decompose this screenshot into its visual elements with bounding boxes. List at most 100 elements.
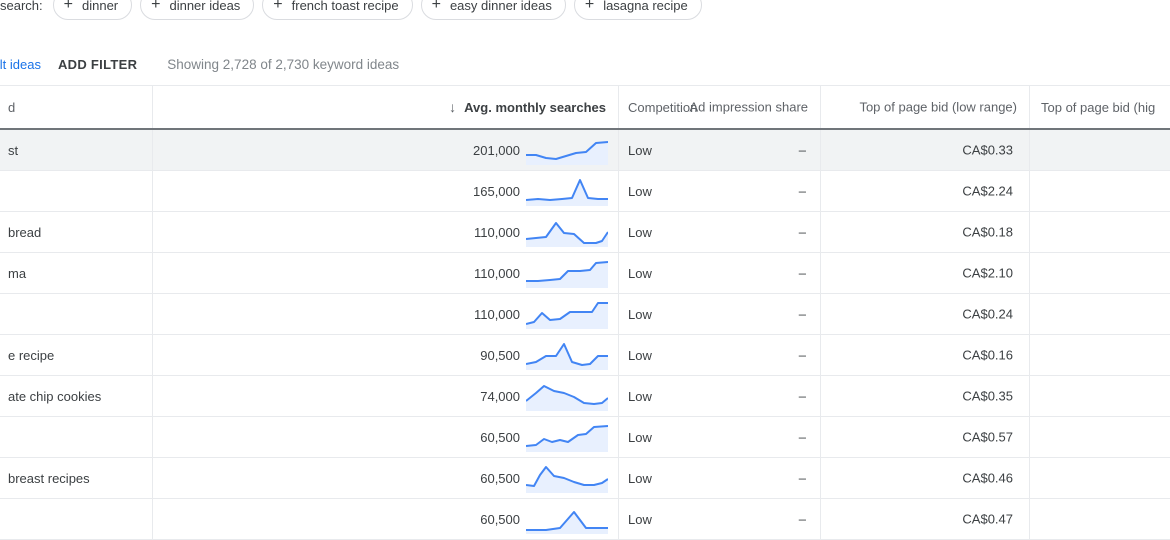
- avg-monthly-searches-value: 110,000: [473, 265, 520, 281]
- column-header-top-of-page-bid-high[interactable]: Top of page bid (hig: [1029, 86, 1170, 128]
- cell-avg-monthly-searches: 90,500: [152, 335, 618, 375]
- exclude-adult-ideas-link[interactable]: de adult ideas: [0, 57, 41, 72]
- avg-monthly-searches-value: 201,000: [473, 142, 520, 158]
- cell-ad-impression-share: –: [618, 294, 820, 334]
- cell-top-of-page-bid-high: [1029, 294, 1170, 334]
- table-row[interactable]: 110,000 Low – CA$0.24: [0, 294, 1170, 335]
- bid-low-value: CA$0.46: [962, 470, 1013, 486]
- cell-top-of-page-bid-high: [1029, 499, 1170, 539]
- cell-top-of-page-bid-low: CA$0.47: [820, 499, 1029, 539]
- table-row[interactable]: 60,500 Low – CA$0.47: [0, 499, 1170, 540]
- cell-keyword[interactable]: [0, 417, 152, 457]
- cell-avg-monthly-searches: 60,500: [152, 499, 618, 539]
- plus-icon: +: [273, 0, 283, 13]
- table-row[interactable]: st 201,000 Low – CA$0.33: [0, 130, 1170, 171]
- bid-low-value: CA$0.18: [962, 224, 1013, 240]
- column-header-avg-monthly-searches[interactable]: ↓ Avg. monthly searches: [152, 86, 618, 128]
- keyword-ideas-table: d ↓ Avg. monthly searches Competition Ad…: [0, 85, 1170, 540]
- cell-top-of-page-bid-low: CA$0.33: [820, 130, 1029, 170]
- cell-top-of-page-bid-low: CA$0.16: [820, 335, 1029, 375]
- column-header-keyword-label: d: [8, 99, 16, 115]
- cell-top-of-page-bid-high: [1029, 417, 1170, 457]
- column-header-top-of-page-bid-low[interactable]: Top of page bid (low range): [859, 100, 1017, 115]
- cell-ad-impression-share: –: [618, 212, 820, 252]
- column-header-bid-low-cell: Top of page bid (low range): [820, 86, 1029, 128]
- cell-keyword[interactable]: ate chip cookies: [0, 376, 152, 416]
- cell-keyword[interactable]: [0, 171, 152, 211]
- avg-monthly-searches-value: 165,000: [473, 183, 520, 199]
- column-header-group-right: Ad impression share: [618, 86, 820, 128]
- cell-avg-monthly-searches: 110,000: [152, 294, 618, 334]
- search-volume-sparkline: [526, 422, 608, 452]
- cell-avg-monthly-searches: 74,000: [152, 376, 618, 416]
- bid-low-value: CA$0.47: [962, 511, 1013, 527]
- cell-keyword[interactable]: [0, 499, 152, 539]
- cell-avg-monthly-searches: 60,500: [152, 458, 618, 498]
- cell-keyword[interactable]: bread: [0, 212, 152, 252]
- bid-low-value: CA$2.10: [962, 265, 1013, 281]
- ad-impression-share-value: –: [798, 429, 806, 445]
- cell-top-of-page-bid-high: [1029, 212, 1170, 252]
- table-row[interactable]: 60,500 Low – CA$0.57: [0, 417, 1170, 458]
- cell-keyword[interactable]: breast recipes: [0, 458, 152, 498]
- search-volume-sparkline: [526, 340, 608, 370]
- ad-impression-share-value: –: [798, 347, 806, 363]
- ad-impression-share-value: –: [798, 388, 806, 404]
- cell-top-of-page-bid-high: [1029, 458, 1170, 498]
- search-volume-sparkline: [526, 299, 608, 329]
- keyword-chip[interactable]: + dinner: [52, 0, 133, 20]
- filter-bar: de adult ideas ADD FILTER Showing 2,728 …: [0, 44, 1170, 84]
- table-row[interactable]: breast recipes 60,500 Low – CA$0.46: [0, 458, 1170, 499]
- keyword-chip-label: lasagna recipe: [603, 0, 688, 13]
- cell-top-of-page-bid-low: CA$0.35: [820, 376, 1029, 416]
- search-volume-sparkline: [526, 504, 608, 534]
- search-volume-sparkline: [526, 258, 608, 288]
- add-filter-button[interactable]: ADD FILTER: [58, 57, 137, 72]
- cell-top-of-page-bid-low: CA$2.24: [820, 171, 1029, 211]
- cell-ad-impression-share: –: [618, 171, 820, 211]
- avg-monthly-searches-value: 110,000: [473, 306, 520, 322]
- cell-top-of-page-bid-low: CA$0.24: [820, 294, 1029, 334]
- cell-keyword[interactable]: e recipe: [0, 335, 152, 375]
- keyword-chip-label: french toast recipe: [291, 0, 399, 13]
- keyword-chip[interactable]: + french toast recipe: [262, 0, 413, 20]
- cell-keyword[interactable]: ma: [0, 253, 152, 293]
- cell-top-of-page-bid-high: [1029, 253, 1170, 293]
- keyword-chip[interactable]: + dinner ideas: [140, 0, 255, 20]
- sort-descending-icon: ↓: [449, 99, 457, 115]
- ad-impression-share-value: –: [798, 470, 806, 486]
- keyword-chip-label: easy dinner ideas: [449, 0, 552, 13]
- table-row[interactable]: ma 110,000 Low – CA$2.10: [0, 253, 1170, 294]
- table-row[interactable]: e recipe 90,500 Low – CA$0.16: [0, 335, 1170, 376]
- keyword-chip[interactable]: + lasagna recipe: [573, 0, 702, 20]
- keyword-text: st: [8, 142, 19, 158]
- table-row[interactable]: bread 110,000 Low – CA$0.18: [0, 212, 1170, 253]
- bid-low-value: CA$0.57: [962, 429, 1013, 445]
- cell-top-of-page-bid-high: [1029, 335, 1170, 375]
- cell-top-of-page-bid-high: [1029, 376, 1170, 416]
- keyword-chip-label: dinner: [81, 0, 119, 13]
- cell-keyword[interactable]: st: [0, 130, 152, 170]
- cell-keyword[interactable]: [0, 294, 152, 334]
- keyword-chip[interactable]: + easy dinner ideas: [420, 0, 566, 20]
- column-header-ad-impression-share[interactable]: Ad impression share: [690, 100, 809, 115]
- ad-impression-share-value: –: [798, 265, 806, 281]
- avg-monthly-searches-value: 60,500: [480, 470, 520, 486]
- table-row[interactable]: ate chip cookies 74,000 Low – CA$0.35: [0, 376, 1170, 417]
- avg-monthly-searches-value: 60,500: [480, 511, 520, 527]
- ad-impression-share-value: –: [798, 224, 806, 240]
- table-header-row: d ↓ Avg. monthly searches Competition Ad…: [0, 85, 1170, 130]
- column-header-keyword[interactable]: d: [0, 86, 152, 128]
- avg-monthly-searches-value: 90,500: [480, 347, 520, 363]
- bid-low-value: CA$0.24: [962, 306, 1013, 322]
- search-volume-sparkline: [526, 381, 608, 411]
- cell-avg-monthly-searches: 110,000: [152, 212, 618, 252]
- cell-ad-impression-share: –: [618, 417, 820, 457]
- cell-avg-monthly-searches: 60,500: [152, 417, 618, 457]
- search-volume-sparkline: [526, 463, 608, 493]
- table-row[interactable]: 165,000 Low – CA$2.24: [0, 171, 1170, 212]
- bid-low-value: CA$0.16: [962, 347, 1013, 363]
- plus-icon: +: [63, 0, 73, 13]
- plus-icon: +: [151, 0, 161, 13]
- column-header-bid-high-label: Top of page bid (hig: [1041, 99, 1156, 115]
